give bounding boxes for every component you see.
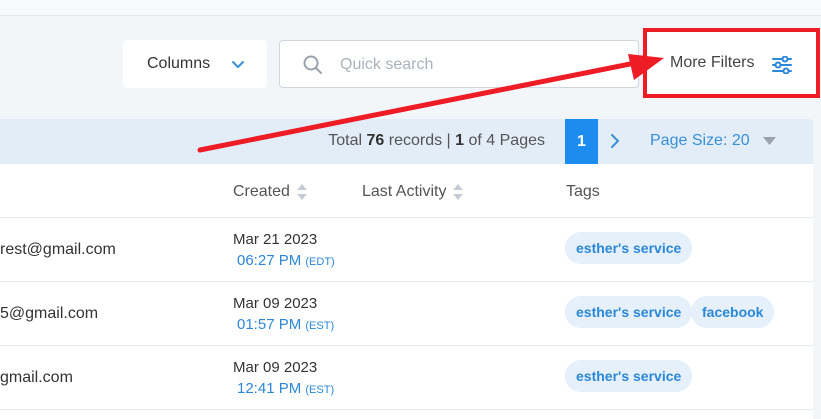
header-last-activity[interactable]: Last Activity — [362, 183, 464, 201]
toolbar: Columns More Filters — [0, 16, 821, 118]
chevron-down-icon — [232, 61, 244, 68]
row-email: rest@gmail.com — [0, 241, 116, 258]
sort-icon[interactable] — [296, 183, 308, 201]
filter-sliders-icon — [772, 56, 792, 74]
pagination-bar: Total 76 records | 1 of 4 Pages 1 Page S… — [0, 119, 813, 164]
search-input[interactable] — [340, 53, 620, 77]
row-email: gmail.com — [0, 369, 73, 386]
caret-down-icon[interactable] — [763, 137, 776, 145]
more-filters-button[interactable]: More Filters — [643, 28, 820, 98]
contacts-table: Created Last Activity Tags rest@gmail.co… — [0, 164, 813, 419]
quick-search — [279, 40, 639, 88]
tag-badge[interactable]: esther's service — [565, 296, 693, 328]
header-created[interactable]: Created — [233, 183, 308, 201]
table-row[interactable]: rest@gmail.com Mar 21 2023 06:27 PM (EDT… — [0, 218, 813, 282]
sort-icon[interactable] — [452, 183, 464, 201]
tag-badge[interactable]: facebook — [691, 296, 775, 328]
row-date: Mar 09 2023 — [233, 359, 318, 376]
tag-badge[interactable]: esther's service — [565, 232, 693, 264]
row-time: 01:57 PM (EST) — [237, 316, 335, 333]
page-size-select[interactable]: Page Size: 20 — [650, 132, 750, 150]
more-filters-label: More Filters — [670, 54, 755, 71]
row-time: 06:27 PM (EDT) — [237, 252, 335, 269]
table-row[interactable]: 5@gmail.com Mar 09 2023 01:57 PM (EST) e… — [0, 282, 813, 346]
header-tags: Tags — [566, 183, 600, 200]
total-count: 76 — [366, 132, 385, 149]
table-row[interactable]: gmail.com Mar 09 2023 12:41 PM (EST) est… — [0, 346, 813, 410]
columns-label: Columns — [147, 55, 211, 72]
chevron-right-icon[interactable] — [608, 133, 622, 149]
page-button-active[interactable]: 1 — [565, 119, 598, 164]
total-records: Total 76 records | 1 of 4 Pages — [328, 132, 545, 149]
search-icon — [303, 55, 322, 74]
columns-button[interactable]: Columns — [123, 40, 267, 88]
top-bar — [0, 0, 821, 16]
row-date: Mar 21 2023 — [233, 231, 318, 248]
table-header: Created Last Activity Tags — [0, 164, 813, 218]
row-time: 12:41 PM (EST) — [237, 380, 335, 397]
row-date: Mar 09 2023 — [233, 295, 318, 312]
current-page-number: 1 — [455, 132, 465, 149]
row-email: 5@gmail.com — [0, 305, 99, 322]
tag-badge[interactable]: esther's service — [565, 360, 693, 392]
